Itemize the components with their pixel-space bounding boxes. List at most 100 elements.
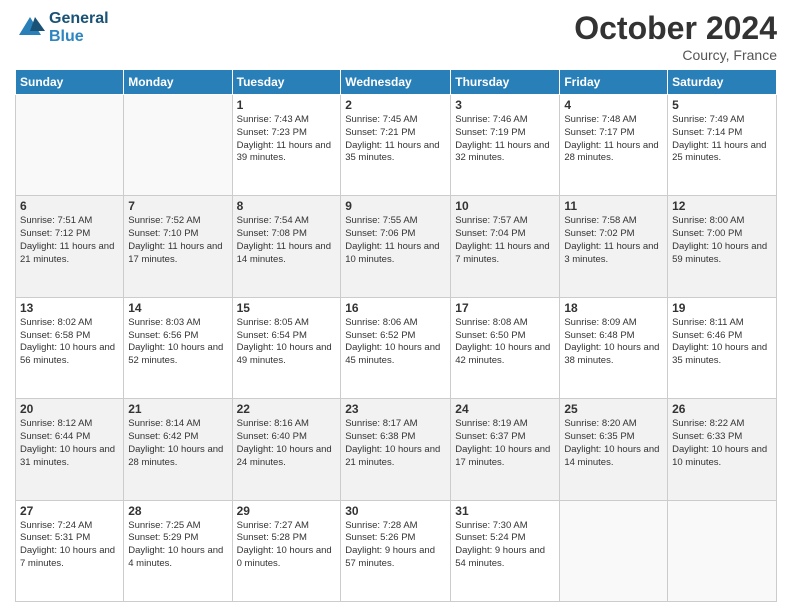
day-number: 30 [345,504,446,518]
day-number: 23 [345,402,446,416]
day-number: 31 [455,504,555,518]
calendar-week-2: 6 Sunrise: 7:51 AM Sunset: 7:12 PM Daylig… [16,196,777,297]
calendar-cell: 28 Sunrise: 7:25 AM Sunset: 5:29 PM Dayli… [124,500,232,601]
day-number: 19 [672,301,772,315]
calendar-cell: 6 Sunrise: 7:51 AM Sunset: 7:12 PM Daylig… [16,196,124,297]
day-number: 10 [455,199,555,213]
calendar-cell: 27 Sunrise: 7:24 AM Sunset: 5:31 PM Dayli… [16,500,124,601]
calendar-cell: 23 Sunrise: 8:17 AM Sunset: 6:38 PM Dayli… [341,399,451,500]
day-number: 27 [20,504,119,518]
day-info: Sunrise: 8:06 AM Sunset: 6:52 PM Dayligh… [345,317,446,368]
day-info: Sunrise: 8:09 AM Sunset: 6:48 PM Dayligh… [564,317,663,368]
day-number: 17 [455,301,555,315]
calendar-cell: 24 Sunrise: 8:19 AM Sunset: 6:37 PM Dayli… [451,399,560,500]
title-block: October 2024 Courcy, France [574,10,777,63]
weekday-header-thursday: Thursday [451,70,560,95]
day-info: Sunrise: 7:49 AM Sunset: 7:14 PM Dayligh… [672,114,772,165]
calendar-week-1: 1 Sunrise: 7:43 AM Sunset: 7:23 PM Daylig… [16,95,777,196]
month-title: October 2024 [574,10,777,47]
day-number: 16 [345,301,446,315]
day-number: 5 [672,98,772,112]
day-number: 2 [345,98,446,112]
day-number: 29 [237,504,337,518]
day-info: Sunrise: 8:14 AM Sunset: 6:42 PM Dayligh… [128,418,227,469]
day-number: 24 [455,402,555,416]
calendar-cell: 16 Sunrise: 8:06 AM Sunset: 6:52 PM Dayli… [341,297,451,398]
calendar-cell: 10 Sunrise: 7:57 AM Sunset: 7:04 PM Dayli… [451,196,560,297]
day-info: Sunrise: 7:55 AM Sunset: 7:06 PM Dayligh… [345,215,446,266]
day-number: 26 [672,402,772,416]
day-info: Sunrise: 7:45 AM Sunset: 7:21 PM Dayligh… [345,114,446,165]
day-info: Sunrise: 8:19 AM Sunset: 6:37 PM Dayligh… [455,418,555,469]
day-info: Sunrise: 8:12 AM Sunset: 6:44 PM Dayligh… [20,418,119,469]
day-info: Sunrise: 7:25 AM Sunset: 5:29 PM Dayligh… [128,520,227,571]
day-info: Sunrise: 8:00 AM Sunset: 7:00 PM Dayligh… [672,215,772,266]
day-info: Sunrise: 8:05 AM Sunset: 6:54 PM Dayligh… [237,317,337,368]
calendar-cell: 20 Sunrise: 8:12 AM Sunset: 6:44 PM Dayli… [16,399,124,500]
day-number: 6 [20,199,119,213]
day-number: 18 [564,301,663,315]
day-info: Sunrise: 7:52 AM Sunset: 7:10 PM Dayligh… [128,215,227,266]
calendar-cell: 19 Sunrise: 8:11 AM Sunset: 6:46 PM Dayli… [668,297,777,398]
day-info: Sunrise: 7:54 AM Sunset: 7:08 PM Dayligh… [237,215,337,266]
day-info: Sunrise: 8:16 AM Sunset: 6:40 PM Dayligh… [237,418,337,469]
calendar-cell [124,95,232,196]
day-info: Sunrise: 7:51 AM Sunset: 7:12 PM Dayligh… [20,215,119,266]
weekday-header-sunday: Sunday [16,70,124,95]
day-number: 11 [564,199,663,213]
day-number: 28 [128,504,227,518]
calendar-week-3: 13Sunrise: 8:02 AM Sunset: 6:58 PM Dayli… [16,297,777,398]
calendar-cell: 31 Sunrise: 7:30 AM Sunset: 5:24 PM Dayli… [451,500,560,601]
calendar-week-4: 20 Sunrise: 8:12 AM Sunset: 6:44 PM Dayli… [16,399,777,500]
calendar-cell: 15 Sunrise: 8:05 AM Sunset: 6:54 PM Dayli… [232,297,341,398]
day-number: 25 [564,402,663,416]
day-number: 14 [128,301,227,315]
day-info: Sunrise: 7:57 AM Sunset: 7:04 PM Dayligh… [455,215,555,266]
day-info: Sunrise: 8:20 AM Sunset: 6:35 PM Dayligh… [564,418,663,469]
calendar-cell: 2 Sunrise: 7:45 AM Sunset: 7:21 PM Daylig… [341,95,451,196]
weekday-header-wednesday: Wednesday [341,70,451,95]
location: Courcy, France [574,47,777,63]
day-info: Sunrise: 7:24 AM Sunset: 5:31 PM Dayligh… [20,520,119,571]
weekday-header-saturday: Saturday [668,70,777,95]
calendar-cell [16,95,124,196]
day-info: Sunrise: 8:17 AM Sunset: 6:38 PM Dayligh… [345,418,446,469]
weekday-header-tuesday: Tuesday [232,70,341,95]
calendar-cell: 1 Sunrise: 7:43 AM Sunset: 7:23 PM Daylig… [232,95,341,196]
day-number: 1 [237,98,337,112]
day-info: Sunrise: 7:28 AM Sunset: 5:26 PM Dayligh… [345,520,446,571]
logo: General Blue [15,10,109,46]
calendar-cell: 26 Sunrise: 8:22 AM Sunset: 6:33 PM Dayli… [668,399,777,500]
day-number: 15 [237,301,337,315]
calendar-cell: 30 Sunrise: 7:28 AM Sunset: 5:26 PM Dayli… [341,500,451,601]
day-number: 3 [455,98,555,112]
calendar-week-5: 27 Sunrise: 7:24 AM Sunset: 5:31 PM Dayli… [16,500,777,601]
calendar-cell: 3 Sunrise: 7:46 AM Sunset: 7:19 PM Daylig… [451,95,560,196]
day-info: Sunrise: 7:27 AM Sunset: 5:28 PM Dayligh… [237,520,337,571]
weekday-header-monday: Monday [124,70,232,95]
calendar-cell: 12Sunrise: 8:00 AM Sunset: 7:00 PM Dayli… [668,196,777,297]
day-info: Sunrise: 7:43 AM Sunset: 7:23 PM Dayligh… [237,114,337,165]
day-number: 20 [20,402,119,416]
day-info: Sunrise: 8:08 AM Sunset: 6:50 PM Dayligh… [455,317,555,368]
day-info: Sunrise: 8:11 AM Sunset: 6:46 PM Dayligh… [672,317,772,368]
calendar-cell: 8Sunrise: 7:54 AM Sunset: 7:08 PM Daylig… [232,196,341,297]
header: General Blue October 2024 Courcy, France [15,10,777,63]
calendar-cell: 11 Sunrise: 7:58 AM Sunset: 7:02 PM Dayli… [560,196,668,297]
calendar-cell: 9Sunrise: 7:55 AM Sunset: 7:06 PM Daylig… [341,196,451,297]
day-info: Sunrise: 7:46 AM Sunset: 7:19 PM Dayligh… [455,114,555,165]
calendar-cell: 13Sunrise: 8:02 AM Sunset: 6:58 PM Dayli… [16,297,124,398]
day-info: Sunrise: 8:02 AM Sunset: 6:58 PM Dayligh… [20,317,119,368]
calendar-cell: 22 Sunrise: 8:16 AM Sunset: 6:40 PM Dayli… [232,399,341,500]
calendar-cell: 5 Sunrise: 7:49 AM Sunset: 7:14 PM Daylig… [668,95,777,196]
day-number: 21 [128,402,227,416]
day-info: Sunrise: 8:03 AM Sunset: 6:56 PM Dayligh… [128,317,227,368]
day-info: Sunrise: 7:58 AM Sunset: 7:02 PM Dayligh… [564,215,663,266]
calendar-cell: 17 Sunrise: 8:08 AM Sunset: 6:50 PM Dayli… [451,297,560,398]
day-info: Sunrise: 8:22 AM Sunset: 6:33 PM Dayligh… [672,418,772,469]
calendar-cell: 4Sunrise: 7:48 AM Sunset: 7:17 PM Daylig… [560,95,668,196]
calendar-cell: 14 Sunrise: 8:03 AM Sunset: 6:56 PM Dayli… [124,297,232,398]
day-info: Sunrise: 7:30 AM Sunset: 5:24 PM Dayligh… [455,520,555,571]
day-number: 22 [237,402,337,416]
calendar-cell [560,500,668,601]
